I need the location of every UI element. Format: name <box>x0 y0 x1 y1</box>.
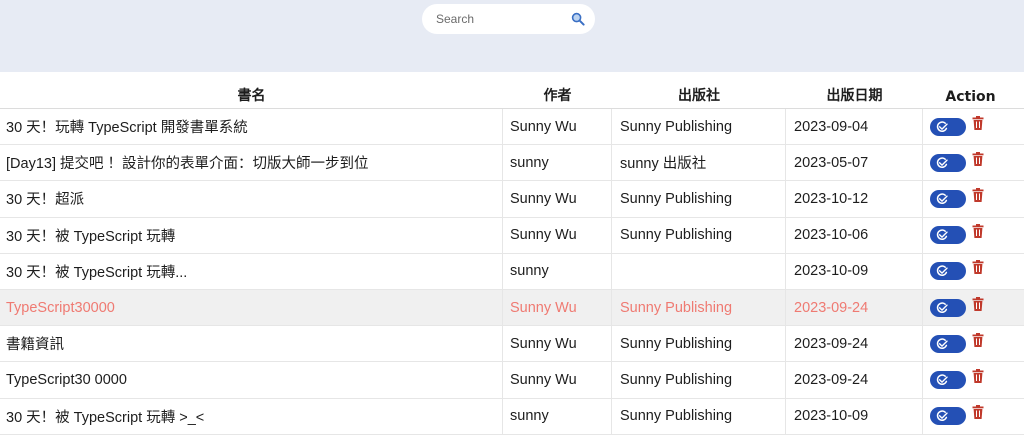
book-date: 2023-09-24 <box>786 289 923 326</box>
book-author: sunny <box>503 398 612 434</box>
table-row[interactable]: [Day13] 提交吧 ！設計你的表單介面：切版大師一步到位 sunny sunny… <box>0 145 1024 182</box>
book-author: Sunny Wu <box>503 217 612 253</box>
book-publisher: Sunny Publishing <box>612 398 786 434</box>
book-author: sunny <box>503 253 612 289</box>
search-input[interactable] <box>436 4 566 34</box>
header-title: 書名 <box>237 88 266 104</box>
book-title: TypeScript30 0000 <box>0 362 503 398</box>
edit-button[interactable] <box>930 226 966 245</box>
edit-button[interactable] <box>930 334 966 353</box>
table-body: 30 天！玩轉 TypeScript 開發書單系統 Sunny Wu Sunny P… <box>0 109 1024 435</box>
trash-icon[interactable] <box>972 151 984 166</box>
edit-icon <box>936 338 948 349</box>
book-date: 2023-09-04 <box>786 109 923 145</box>
header-date: 出版日期 <box>826 88 883 104</box>
edit-icon <box>936 229 948 241</box>
books-table: 書名 作者 出版社 出版日期 Action 30 天！玩轉 TypeScript… <box>0 72 1024 435</box>
row-actions <box>923 326 1018 361</box>
table-row[interactable]: 30 天！被 TypeScript 玩轉 Sunny Wu Sunny Publis… <box>0 217 1024 254</box>
book-author: Sunny Wu <box>503 289 612 326</box>
trash-icon[interactable] <box>972 115 984 130</box>
row-actions <box>923 254 1018 289</box>
table-row[interactable]: 30 天！玩轉 TypeScript 開發書單系統 Sunny Wu Sunny P… <box>0 109 1024 146</box>
book-date: 2023-10-09 <box>786 253 923 289</box>
book-date: 2023-09-24 <box>786 326 923 362</box>
top-bar <box>0 0 1024 72</box>
table-row[interactable]: TypeScript30000 Sunny Wu Sunny Publishing 2… <box>0 289 1024 327</box>
book-publisher: Sunny Publishing <box>612 181 786 217</box>
edit-button[interactable] <box>930 262 966 281</box>
row-actions <box>923 218 1018 253</box>
edit-icon <box>936 120 948 132</box>
book-author: Sunny Wu <box>503 181 612 217</box>
edit-button[interactable] <box>930 117 966 136</box>
edit-button[interactable] <box>930 370 966 389</box>
table-row[interactable]: 30 天！被 TypeScript 玩轉 >_< sunny Sunny Publi… <box>0 398 1024 435</box>
book-author: sunny <box>503 145 612 181</box>
book-author: Sunny Wu <box>503 362 612 398</box>
table-row[interactable]: 30 天！超派 Sunny Wu Sunny Publishing 2023-10-1… <box>0 181 1024 218</box>
book-publisher: Sunny Publishing <box>612 326 786 362</box>
book-title: [Day13] 提交吧 ！設計你的表單介面：切版大師一步到位 <box>0 145 503 181</box>
book-title: 書籍資訊 <box>0 326 503 362</box>
book-title: 30 天！被 TypeScript 玩轉 >_< <box>0 398 503 434</box>
table-row[interactable]: 30 天！被 TypeScript 玩轉... sunny 2023-10-09 <box>0 253 1024 290</box>
book-date: 2023-10-06 <box>786 217 923 253</box>
book-date: 2023-05-07 <box>786 145 923 181</box>
row-actions <box>923 181 1018 216</box>
row-actions <box>923 290 1018 325</box>
trash-icon[interactable] <box>972 332 984 347</box>
book-title: 30 天！玩轉 TypeScript 開發書單系統 <box>0 109 503 145</box>
edit-icon <box>936 374 948 385</box>
search-icon[interactable] <box>571 12 585 26</box>
book-title: 30 天！超派 <box>0 181 503 217</box>
header-author: 作者 <box>543 88 572 104</box>
book-publisher <box>612 253 786 289</box>
book-title: 30 天！被 TypeScript 玩轉... <box>0 253 503 289</box>
book-publisher: Sunny Publishing <box>612 289 786 326</box>
edit-button[interactable] <box>930 153 966 172</box>
header-action: Action <box>945 89 996 105</box>
table-row[interactable]: TypeScript30 0000 Sunny Wu Sunny Publishin… <box>0 362 1024 399</box>
row-actions <box>923 399 1018 434</box>
edit-button[interactable] <box>930 407 966 426</box>
edit-icon <box>936 301 948 313</box>
edit-icon <box>936 157 948 168</box>
trash-icon[interactable] <box>972 260 984 275</box>
edit-button[interactable] <box>930 189 966 208</box>
row-actions <box>923 109 1018 144</box>
book-author: Sunny Wu <box>503 109 612 145</box>
trash-icon[interactable] <box>972 187 984 202</box>
table-row[interactable]: 書籍資訊 Sunny Wu Sunny Publishing 2023-09-24 <box>0 326 1024 363</box>
book-publisher: Sunny Publishing <box>612 362 786 398</box>
edit-icon <box>936 410 948 422</box>
trash-icon[interactable] <box>972 368 984 383</box>
row-actions <box>923 145 1018 180</box>
book-author: Sunny Wu <box>503 326 612 362</box>
book-date: 2023-10-09 <box>786 398 923 434</box>
header-publisher: 出版社 <box>678 88 720 104</box>
trash-icon[interactable] <box>972 296 984 311</box>
edit-icon <box>936 193 948 204</box>
book-date: 2023-10-12 <box>786 181 923 217</box>
edit-icon <box>936 265 948 277</box>
book-publisher: Sunny Publishing <box>612 217 786 253</box>
book-title: TypeScript30000 <box>0 289 503 326</box>
trash-icon[interactable] <box>972 224 984 239</box>
table-header: 書名 作者 出版社 出版日期 Action <box>0 72 1024 109</box>
book-publisher: Sunny Publishing <box>612 109 786 145</box>
book-title: 30 天！被 TypeScript 玩轉 <box>0 217 503 253</box>
book-publisher: sunny 出版社 <box>612 145 786 181</box>
search-box[interactable] <box>422 4 595 34</box>
trash-icon[interactable] <box>972 405 984 420</box>
edit-button[interactable] <box>930 298 966 317</box>
row-actions <box>923 362 1018 397</box>
book-date: 2023-09-24 <box>786 362 923 398</box>
